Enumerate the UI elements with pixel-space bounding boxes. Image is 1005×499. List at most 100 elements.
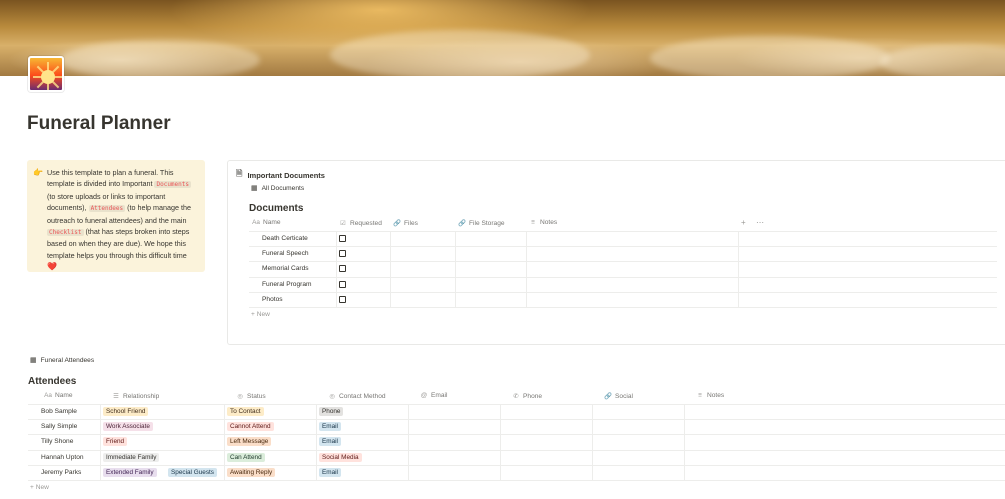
column-header[interactable]: ☑ Requested <box>339 219 382 228</box>
row-divider <box>249 246 997 248</box>
column-header[interactable]: ✆ Phone <box>512 392 542 401</box>
row-divider <box>249 276 997 278</box>
funeral-attendees-label: Funeral Attendees <box>40 356 95 364</box>
row-divider <box>28 434 1005 436</box>
status-tag[interactable]: Left Message <box>227 437 272 447</box>
table-view-icon: ▦ <box>30 357 37 364</box>
new-label: New <box>35 484 49 491</box>
column-divider <box>408 404 409 480</box>
status-tag[interactable]: Can Attend <box>227 452 265 462</box>
column-divider <box>526 231 527 307</box>
page-doc-icon: 🗎 <box>236 169 243 178</box>
document-name[interactable]: Funeral Program <box>262 281 311 288</box>
column-header-label: Social <box>615 392 633 400</box>
relationship-tag[interactable]: School Friend <box>103 407 149 416</box>
requested-checkbox[interactable] <box>339 280 346 288</box>
document-name[interactable]: Funeral Speech <box>262 250 309 257</box>
column-header-label: Relationship <box>123 392 160 400</box>
phone-icon: ✆ <box>513 393 519 400</box>
column-header[interactable]: ☰ Relationship <box>112 392 160 401</box>
documents-code: Documents <box>154 181 191 189</box>
relationship-tag[interactable]: Work Associate <box>103 422 153 432</box>
column-header[interactable]: ≡ Notes <box>696 392 724 399</box>
contact-method-tag[interactable]: Phone <box>319 407 344 416</box>
column-divider <box>738 231 739 307</box>
contact-method-tag[interactable]: Email <box>319 437 341 447</box>
column-header-label: Name <box>55 392 73 399</box>
all-documents-label: All Documents <box>261 184 305 192</box>
column-divider <box>684 404 685 480</box>
table-view-icon: ▦ <box>251 185 258 192</box>
more-options-icon[interactable]: ⋯ <box>756 218 764 227</box>
column-divider <box>500 404 501 480</box>
relationship-tag[interactable]: Friend <box>103 437 128 447</box>
contact-method-tag[interactable]: Email <box>319 422 341 432</box>
document-name[interactable]: Photos <box>262 296 283 303</box>
sunset-icon[interactable] <box>28 56 64 92</box>
document-name[interactable]: Memorial Cards <box>262 265 309 272</box>
attendee-name[interactable]: Hannah Upton <box>41 454 84 461</box>
column-header[interactable]: ◎ Contact Method <box>328 392 386 401</box>
row-divider <box>249 261 997 263</box>
row-divider <box>28 449 1005 451</box>
lines-icon: ≡ <box>698 392 702 399</box>
requested-checkbox[interactable] <box>339 265 346 273</box>
link-icon: 🔗 <box>458 220 466 227</box>
column-divider <box>100 404 101 480</box>
column-header[interactable]: 🔗 File Storage <box>458 219 505 228</box>
attendee-name[interactable]: Bob Sample <box>41 408 77 415</box>
column-divider <box>336 231 337 307</box>
important-documents-label: Important Documents <box>247 170 325 180</box>
document-name[interactable]: Death Certicate <box>262 235 308 242</box>
column-header-label: Notes <box>707 392 725 399</box>
column-header[interactable]: Aa Name <box>44 392 73 399</box>
column-header[interactable]: ◎ Status <box>236 392 266 401</box>
column-header[interactable]: Aa Name <box>252 219 281 226</box>
relationship-tag[interactable]: Immediate Family <box>103 452 160 462</box>
column-header-label: Status <box>247 392 266 400</box>
column-header[interactable]: 🔗 Social <box>604 392 633 401</box>
status-tag[interactable]: Awaiting Reply <box>227 467 276 477</box>
checklist-code: Checklist <box>47 229 84 237</box>
row-divider <box>249 291 997 293</box>
new-attendee-button[interactable]: + New <box>30 484 49 491</box>
column-header[interactable]: 🔗 Files <box>393 219 418 228</box>
relationship-tag[interactable]: Extended Family <box>103 467 157 477</box>
lines-icon: ≡ <box>531 219 535 226</box>
row-divider <box>28 404 1005 405</box>
row-divider <box>249 307 997 308</box>
multi-select-icon: ☰ <box>113 393 119 400</box>
requested-checkbox[interactable] <box>339 250 346 258</box>
tab-all-documents[interactable]: ▦ All Documents <box>251 184 305 193</box>
relationship-tag[interactable]: Special Guests <box>168 467 217 477</box>
cover-image <box>0 0 1005 76</box>
requested-checkbox[interactable] <box>339 295 346 303</box>
contact-method-tag[interactable]: Social Media <box>319 452 362 462</box>
column-header-label: Contact Method <box>339 392 386 400</box>
status-tag[interactable]: Cannot Attend <box>227 422 274 432</box>
intro-callout: 👉 Use this template to plan a funeral. T… <box>27 160 205 272</box>
tab-funeral-attendees[interactable]: ▦ Funeral Attendees <box>30 356 95 365</box>
text-icon: Aa <box>252 219 260 226</box>
row-divider <box>28 480 1005 481</box>
requested-checkbox[interactable] <box>339 235 346 242</box>
new-label: New <box>256 311 270 318</box>
attendee-name[interactable]: Sally Simple <box>41 423 77 430</box>
column-divider <box>316 404 317 480</box>
row-divider <box>28 464 1005 466</box>
text-icon: Aa <box>44 392 52 399</box>
status-icon: ◎ <box>237 393 243 400</box>
column-header-label: Email <box>431 392 448 399</box>
column-header[interactable]: ≡ Notes <box>529 219 557 226</box>
new-document-button[interactable]: + New <box>251 311 270 318</box>
heart-icon: ❤️ <box>47 262 57 272</box>
status-tag[interactable]: To Contact <box>227 407 264 416</box>
column-divider <box>390 231 391 307</box>
attendee-name[interactable]: Jeremy Parks <box>41 469 81 476</box>
attendee-name[interactable]: Tilly Shone <box>41 438 73 445</box>
contact-method-tag[interactable]: Email <box>319 467 341 477</box>
add-property-button[interactable]: + <box>741 218 746 227</box>
important-documents-link[interactable]: 🗎 Important Documents <box>236 168 325 182</box>
column-header[interactable]: @ Email <box>420 392 448 399</box>
documents-title: Documents <box>249 203 304 214</box>
